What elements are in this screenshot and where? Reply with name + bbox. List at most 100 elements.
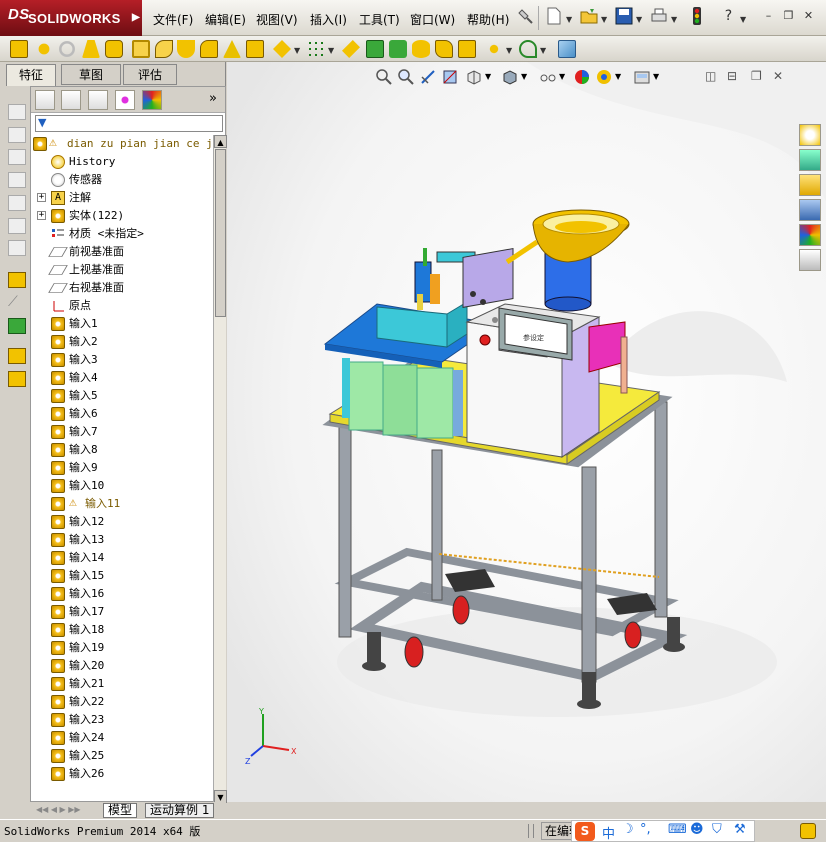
help-button[interactable]: ? [720, 9, 737, 24]
tree-item[interactable]: + 实体(122) [31, 207, 211, 225]
logo-chevron-icon[interactable]: ▶ [132, 12, 140, 23]
edit-sketch-icon[interactable] [8, 272, 26, 288]
tree-item[interactable]: 输入22 [31, 693, 211, 711]
rib-icon[interactable] [246, 40, 264, 58]
save-icon[interactable] [615, 7, 633, 25]
new-dropdown-icon[interactable]: ▼ [566, 15, 572, 24]
curve-dropdown-icon[interactable]: ▼ [540, 46, 546, 55]
tree-vertical-scrollbar[interactable]: ▲ ▼ [213, 135, 227, 803]
feature-tool-a-icon[interactable] [8, 348, 26, 364]
smart-dimension-icon[interactable]: ⟋ [8, 295, 26, 311]
draft-icon[interactable] [342, 40, 360, 58]
configurationmanager-tab-icon[interactable] [88, 90, 108, 110]
scroll-up-arrow-icon[interactable]: ▲ [214, 135, 227, 148]
curves-icon[interactable] [412, 40, 430, 58]
rebuild-traffic-light-icon[interactable] [688, 7, 706, 25]
tree-item[interactable]: 输入14 [31, 549, 211, 567]
tree-item[interactable]: 输入3 [31, 351, 211, 369]
menu-window[interactable]: 窗口(W) [410, 11, 455, 28]
tree-item[interactable]: 输入19 [31, 639, 211, 657]
view-back-icon[interactable] [8, 127, 26, 143]
open-folder-icon[interactable] [580, 7, 598, 25]
close-button[interactable]: ✕ [800, 9, 817, 24]
print-dropdown-icon[interactable]: ▼ [671, 15, 677, 24]
revolved-boss-icon[interactable] [35, 40, 53, 58]
menu-insert[interactable]: 插入(I) [310, 11, 347, 28]
status-notification-icon[interactable] [800, 823, 816, 839]
swept-boss-icon[interactable] [58, 40, 76, 58]
tree-item[interactable]: 输入13 [31, 531, 211, 549]
view-right-icon[interactable] [8, 172, 26, 188]
pin-icon[interactable] [516, 7, 534, 25]
tree-item[interactable]: 上视基准面 [31, 261, 211, 279]
tree-item[interactable]: 输入25 [31, 747, 211, 765]
linear-pattern-icon[interactable] [307, 40, 325, 58]
dimxpert-tab-icon[interactable] [115, 90, 135, 110]
wrap-icon[interactable] [458, 40, 476, 58]
reference-dropdown-icon[interactable]: ▼ [506, 46, 512, 55]
tree-item[interactable]: 输入9 [31, 459, 211, 477]
tree-item[interactable]: + A 注解 [31, 189, 211, 207]
tree-item[interactable]: 右视基准面 [31, 279, 211, 297]
tree-item[interactable]: 输入21 [31, 675, 211, 693]
save-dropdown-icon[interactable]: ▼ [636, 15, 642, 24]
tab-sketch[interactable]: 草图 [61, 64, 121, 85]
tree-item[interactable]: 传感器 [31, 171, 211, 189]
extruded-boss-icon[interactable] [10, 40, 28, 58]
ime-mode-chinese[interactable]: 中 [602, 823, 615, 842]
view-front-icon[interactable] [8, 104, 26, 120]
tree-item[interactable]: History [31, 153, 211, 171]
tree-item[interactable]: 输入5 [31, 387, 211, 405]
view-top-icon[interactable] [8, 195, 26, 211]
curve-tool-icon[interactable] [519, 40, 537, 58]
print-icon[interactable] [650, 7, 668, 25]
ime-settings-wrench-icon[interactable]: ⚒ [734, 822, 746, 837]
view-isometric-icon[interactable] [8, 240, 26, 256]
instant3d-toggle-icon[interactable] [558, 40, 576, 58]
tree-item[interactable]: 输入2 [31, 333, 211, 351]
boundary-boss-icon[interactable] [105, 40, 123, 58]
restore-button[interactable]: ❐ [780, 9, 797, 24]
tree-item[interactable]: 输入18 [31, 621, 211, 639]
tree-filter-input[interactable]: ▼ [35, 115, 223, 132]
menu-tools[interactable]: 工具(T) [359, 11, 400, 28]
more-tabs-chevron-icon[interactable]: » [209, 91, 217, 106]
expand-toggle-icon[interactable]: + [37, 193, 46, 202]
graphics-area[interactable]: ▼ ▼ ▼ ▼ ▼ ◫ ⊟ ❐ ✕ 参设定 Y X Z [227, 62, 826, 802]
ime-punctuation-icon[interactable]: °, [640, 822, 651, 837]
extruded-cut-icon[interactable] [132, 40, 150, 58]
revolved-cut-icon[interactable] [177, 40, 195, 58]
reference-point-icon[interactable] [485, 40, 503, 58]
featuremanager-tab-icon[interactable] [35, 90, 55, 110]
tree-item[interactable]: 输入10 [31, 477, 211, 495]
tab-features[interactable]: 特征 [6, 64, 56, 86]
feature-tool-b-icon[interactable] [8, 371, 26, 387]
chamfer-icon[interactable] [223, 40, 241, 58]
menu-help[interactable]: 帮助(H) [467, 11, 509, 28]
machine-3d-model[interactable]: 参设定 [227, 62, 826, 802]
expand-toggle-icon[interactable]: + [37, 211, 46, 220]
open-dropdown-icon[interactable]: ▼ [601, 15, 607, 24]
shell-icon[interactable] [273, 40, 291, 58]
tree-item[interactable]: 输入12 [31, 513, 211, 531]
menu-file[interactable]: 文件(F) [153, 11, 193, 28]
menu-edit[interactable]: 编辑(E) [205, 11, 246, 28]
fillet-icon[interactable] [200, 40, 218, 58]
tree-item[interactable]: 输入23 [31, 711, 211, 729]
propertymanager-tab-icon[interactable] [61, 90, 81, 110]
tree-item[interactable]: 输入4 [31, 369, 211, 387]
reference-geometry-icon[interactable] [389, 40, 407, 58]
tree-item[interactable]: 原点 [31, 297, 211, 315]
view-bottom-icon[interactable] [8, 218, 26, 234]
tab-motion-study[interactable]: 运动算例 1 [145, 803, 215, 818]
new-document-icon[interactable] [545, 7, 563, 25]
mirror-icon[interactable] [366, 40, 384, 58]
tree-item[interactable]: 输入20 [31, 657, 211, 675]
menu-view[interactable]: 视图(V) [256, 11, 298, 28]
tree-item[interactable]: 输入17 [31, 603, 211, 621]
ime-user-icon[interactable]: ☻ [690, 822, 704, 837]
tree-item[interactable]: 输入8 [31, 441, 211, 459]
ime-skin-icon[interactable]: ⛉ [712, 822, 722, 837]
tab-model[interactable]: 模型 [103, 803, 138, 818]
tree-item[interactable]: 前视基准面 [31, 243, 211, 261]
